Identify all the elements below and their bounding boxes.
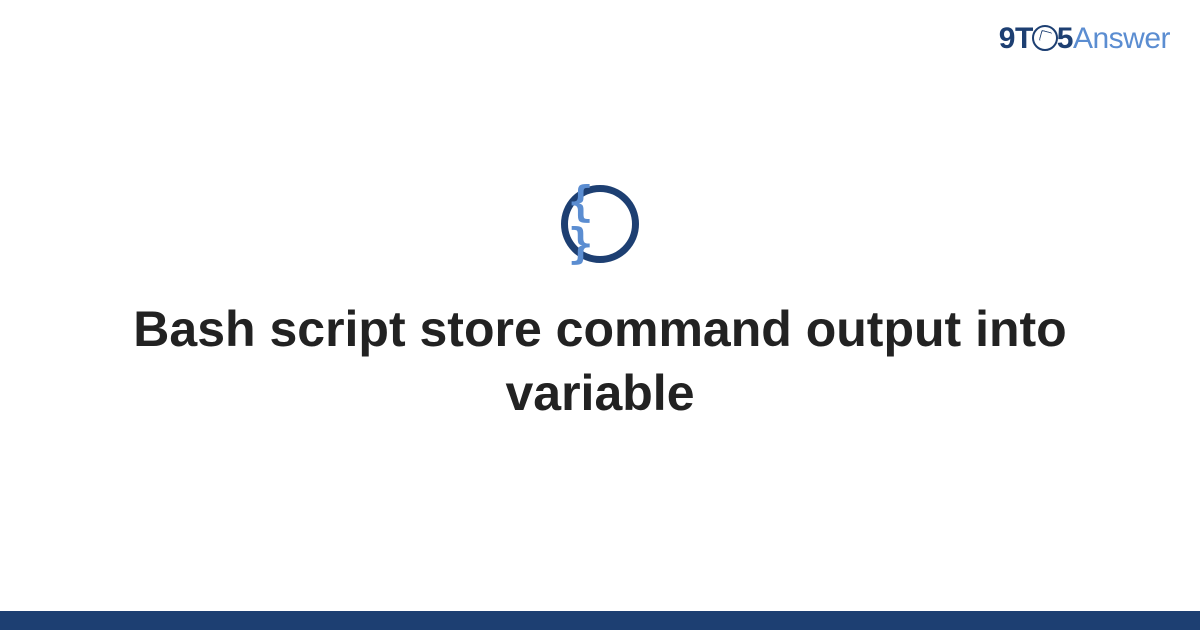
bottom-accent-bar — [0, 611, 1200, 630]
page-title: Bash script store command output into va… — [80, 297, 1120, 425]
code-braces-icon: { } — [561, 185, 639, 263]
braces-glyph: { } — [568, 181, 632, 265]
main-content: { } Bash script store command output int… — [0, 0, 1200, 610]
